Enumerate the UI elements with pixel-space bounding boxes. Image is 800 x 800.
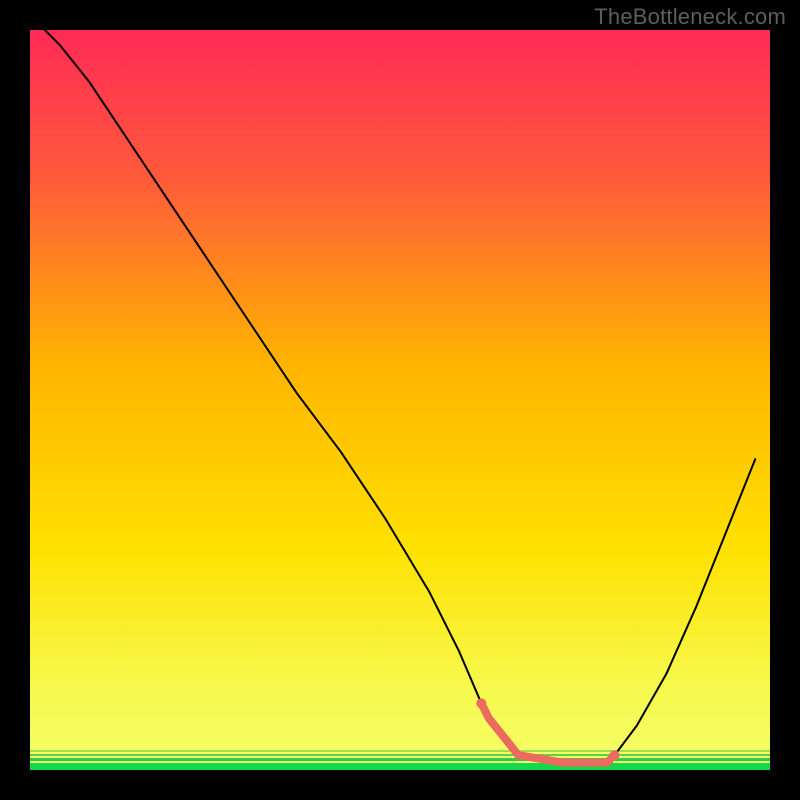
optimal-range-start-dot <box>476 698 486 708</box>
green-band <box>30 30 770 770</box>
watermark-text: TheBottleneck.com <box>594 4 786 30</box>
plot-area <box>30 30 770 770</box>
optimal-range-end-dot <box>610 750 620 760</box>
plot-svg <box>30 30 770 770</box>
chart-container: TheBottleneck.com <box>0 0 800 800</box>
